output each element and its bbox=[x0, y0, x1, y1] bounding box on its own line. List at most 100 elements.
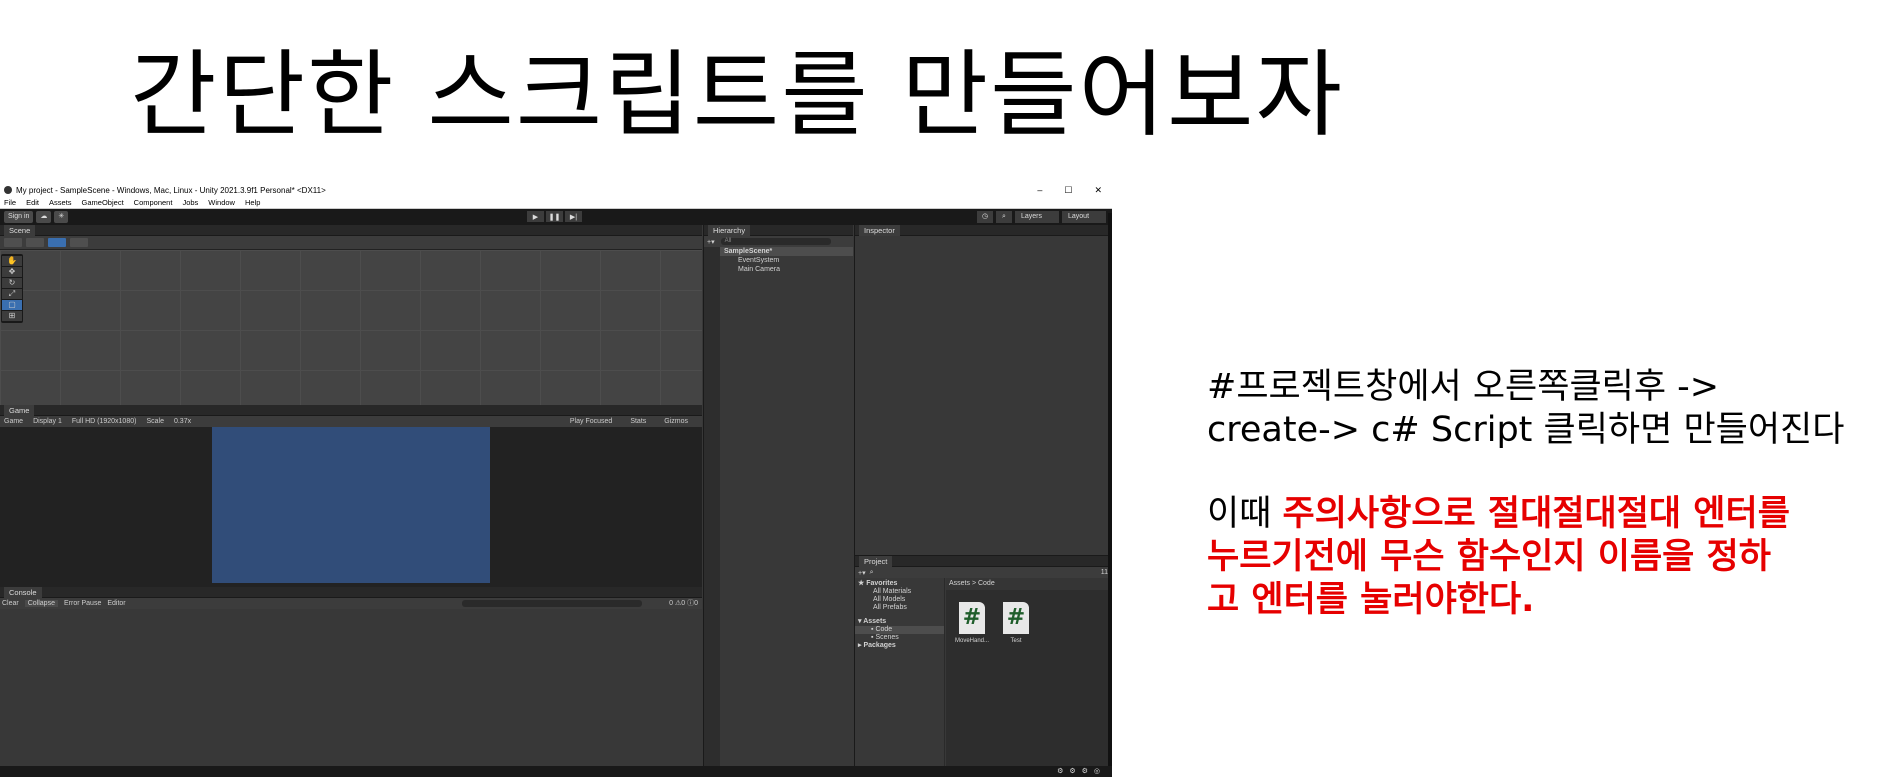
favorites-label: Favorites bbox=[866, 580, 898, 587]
status-bar: ⚙⚙⚙◎ bbox=[0, 766, 1112, 777]
sign-in-button[interactable]: Sign in bbox=[4, 211, 34, 223]
slide-notes: #프로젝트창에서 오른쪽클릭후 -> create-> c# Script 클릭… bbox=[1207, 366, 1897, 621]
hidden-packages-count[interactable]: 11 bbox=[1101, 569, 1108, 576]
tab-game[interactable]: Game bbox=[4, 404, 35, 416]
menu-jobs[interactable]: Jobs bbox=[182, 198, 198, 207]
add-icon[interactable]: +▾ bbox=[707, 238, 715, 246]
tree-scenes-folder[interactable]: ▪ Scenes bbox=[855, 634, 944, 642]
layers-dropdown[interactable]: Layers bbox=[1015, 211, 1059, 223]
csharp-script-icon: # bbox=[959, 602, 985, 634]
transform-tool-icon[interactable]: ⊞ bbox=[2, 311, 22, 321]
main-toolbar: Sign in ☁ ✳ ▶ ❚❚ ▶| ◷ ⌕ Layers Layout bbox=[0, 209, 1112, 225]
rect-tool-icon[interactable]: ▢ bbox=[2, 300, 22, 310]
collapse-button[interactable]: Collapse bbox=[24, 600, 58, 607]
project-tree: ★ Favorites All Materials All Models All… bbox=[855, 578, 945, 777]
hierarchy-gutter bbox=[704, 247, 720, 777]
hierarchy-toolbar: +▾ All bbox=[704, 236, 853, 247]
menu-edit[interactable]: Edit bbox=[26, 198, 39, 207]
asset-name: MoveHand... bbox=[954, 638, 990, 644]
game-mode-dropdown[interactable]: Game bbox=[4, 418, 23, 425]
tree-packages[interactable]: ▸ Packages bbox=[855, 642, 944, 650]
hierarchy-item-eventsystem[interactable]: EventSystem bbox=[704, 256, 853, 265]
tree-all-models[interactable]: All Models bbox=[855, 596, 944, 604]
asset-movehand-script[interactable]: # MoveHand... bbox=[952, 602, 992, 644]
scale-value[interactable]: 0.37x bbox=[174, 418, 191, 425]
hand-tool-icon[interactable]: ✋ bbox=[2, 256, 22, 266]
tab-project[interactable]: Project bbox=[859, 555, 893, 567]
scene-toolbar bbox=[0, 236, 702, 250]
warning-red-3: 고 엔터를 눌러야한다. bbox=[1207, 579, 1535, 620]
menu-bar: File Edit Assets GameObject Component Jo… bbox=[0, 197, 1112, 209]
hierarchy-item-main-camera[interactable]: Main Camera bbox=[704, 265, 853, 274]
clear-button[interactable]: Clear bbox=[2, 600, 19, 607]
code-folder-label: Code bbox=[875, 626, 893, 633]
project-search-icon[interactable]: ⌕ bbox=[870, 569, 874, 577]
stats-button[interactable]: Stats bbox=[630, 416, 646, 427]
menu-assets[interactable]: Assets bbox=[49, 198, 72, 207]
play-button[interactable]: ▶ bbox=[527, 211, 544, 222]
console-search-input[interactable] bbox=[462, 600, 642, 607]
maximize-button[interactable]: ☐ bbox=[1064, 183, 1072, 197]
window-title: My project - SampleScene - Windows, Mac,… bbox=[16, 185, 326, 195]
tree-all-prefabs[interactable]: All Prefabs bbox=[855, 604, 944, 612]
tab-hierarchy[interactable]: Hierarchy bbox=[708, 224, 751, 236]
warning-red-2: 누르기전에 무슨 함수인지 이름을 정하 bbox=[1207, 537, 1771, 578]
menu-window[interactable]: Window bbox=[208, 198, 235, 207]
move-tool-icon[interactable]: ✥ bbox=[2, 267, 22, 277]
game-panel: Game Game Display 1 Full HD (1920x1080) … bbox=[0, 404, 702, 587]
status-icons[interactable]: ⚙⚙⚙◎ bbox=[1057, 767, 1106, 775]
pause-button[interactable]: ❚❚ bbox=[546, 211, 563, 222]
resolution-dropdown[interactable]: Full HD (1920x1080) bbox=[72, 418, 137, 425]
transform-tools: ✋ ✥ ↻ ⤢ ▢ ⊞ bbox=[1, 254, 23, 323]
game-view[interactable] bbox=[0, 427, 702, 587]
tab-console[interactable]: Console bbox=[4, 586, 42, 598]
search-icon[interactable]: ⌕ bbox=[996, 211, 1012, 223]
menu-component[interactable]: Component bbox=[134, 198, 173, 207]
close-button[interactable]: ✕ bbox=[1094, 183, 1102, 197]
tab-scene[interactable]: Scene bbox=[4, 224, 36, 236]
grid-snap-button[interactable] bbox=[48, 238, 66, 247]
step-button[interactable]: ▶| bbox=[565, 211, 582, 222]
minimize-button[interactable]: – bbox=[1037, 183, 1042, 197]
scene-view[interactable]: ✋ ✥ ↻ ⤢ ▢ ⊞ bbox=[0, 250, 702, 405]
rotate-tool-icon[interactable]: ↻ bbox=[2, 278, 22, 288]
pivot-button[interactable] bbox=[26, 238, 44, 247]
project-panel: Project +▾ ⌕ 11 ★ Favorites All Material… bbox=[854, 555, 1112, 777]
scale-tool-icon[interactable]: ⤢ bbox=[2, 289, 22, 299]
display-dropdown[interactable]: Display 1 bbox=[33, 418, 62, 425]
hierarchy-scene[interactable]: SampleScene* bbox=[704, 247, 853, 256]
menu-help[interactable]: Help bbox=[245, 198, 260, 207]
tree-all-materials[interactable]: All Materials bbox=[855, 588, 944, 596]
tab-inspector[interactable]: Inspector bbox=[859, 224, 900, 236]
project-add-icon[interactable]: +▾ bbox=[858, 569, 866, 577]
scene-panel: Scene ✋ ✥ ↻ ⤢ ▢ ⊞ bbox=[0, 224, 702, 405]
asset-test-script[interactable]: # Test bbox=[996, 602, 1036, 644]
error-pause-button[interactable]: Error Pause bbox=[64, 600, 101, 607]
layout-dropdown[interactable]: Layout bbox=[1062, 211, 1106, 223]
unity-editor-window: My project - SampleScene - Windows, Mac,… bbox=[0, 183, 1112, 777]
play-focused-dropdown[interactable]: Play Focused bbox=[570, 416, 612, 427]
note-line-2: create-> c# Script 클릭하면 만들어진다 bbox=[1207, 409, 1845, 450]
tree-favorites[interactable]: ★ Favorites bbox=[855, 580, 944, 588]
unity-logo-icon bbox=[4, 186, 12, 194]
tree-assets[interactable]: ▾ Assets bbox=[855, 618, 944, 626]
inspector-panel: Inspector bbox=[854, 224, 1112, 555]
snap-increment-button[interactable] bbox=[70, 238, 88, 247]
menu-gameobject[interactable]: GameObject bbox=[82, 198, 124, 207]
tree-code-folder[interactable]: ▪ Code bbox=[855, 626, 944, 634]
cloud-icon[interactable]: ☁ bbox=[36, 211, 52, 223]
breadcrumb[interactable]: Assets > Code bbox=[946, 578, 1112, 590]
gizmos-dropdown[interactable]: Gizmos bbox=[664, 416, 688, 427]
project-assets-view[interactable]: Assets > Code # MoveHand... # Test bbox=[946, 578, 1112, 777]
camera-render bbox=[212, 427, 490, 583]
hierarchy-search-input[interactable]: All bbox=[720, 238, 831, 245]
scenes-folder-label: Scenes bbox=[875, 634, 899, 641]
menu-file[interactable]: File bbox=[4, 198, 16, 207]
collab-icon[interactable]: ✳ bbox=[54, 211, 69, 223]
editor-dropdown[interactable]: Editor bbox=[107, 600, 125, 607]
draw-mode-button[interactable] bbox=[4, 238, 22, 247]
console-counts[interactable]: 0 ⚠0 ⓘ0 bbox=[669, 598, 698, 609]
history-icon[interactable]: ◷ bbox=[977, 211, 993, 223]
console-toolbar: Clear Collapse Error Pause Editor 0 ⚠0 ⓘ… bbox=[0, 598, 702, 609]
warning-paragraph: 이때 주의사항으로 절대절대절대 엔터를 누르기전에 무슨 함수인지 이름을 정… bbox=[1207, 493, 1897, 621]
